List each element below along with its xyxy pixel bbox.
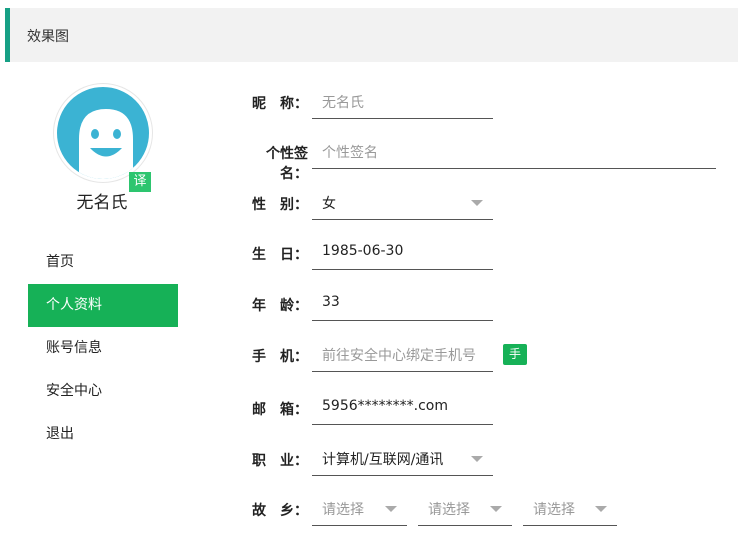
occupation-label: 职 业： (252, 453, 308, 469)
birthday-value: 1985-06-30 (322, 243, 404, 259)
username: 无名氏 (76, 193, 128, 213)
chevron-down-icon (471, 200, 483, 206)
city-value: 请选择 (428, 502, 470, 518)
page-title: 效果图 (27, 29, 69, 45)
menu-item-home[interactable]: 首页 (28, 241, 178, 284)
menu-item-security[interactable]: 安全中心 (28, 370, 178, 413)
hometown-district-select[interactable]: 请选择 (523, 490, 617, 526)
signature-label: 个性签名： (266, 146, 308, 182)
email-input[interactable]: 5956********.com (312, 389, 493, 425)
menu-item-profile[interactable]: 个人资料 (28, 284, 178, 327)
province-value: 请选择 (322, 502, 364, 518)
occupation-value: 计算机/互联网/通讯 (322, 452, 444, 468)
birthday-label: 生 日： (252, 247, 308, 263)
birthday-input[interactable]: 1985-06-30 (312, 234, 493, 270)
sidebar-menu: 首页 个人资料 账号信息 安全中心 退出 (28, 241, 178, 456)
chevron-down-icon (490, 506, 502, 512)
phone-verify-button[interactable]: 手机验证 (503, 344, 528, 424)
menu-item-logout[interactable]: 退出 (28, 413, 178, 456)
email-label: 邮 箱： (252, 402, 308, 418)
hometown-label: 故 乡： (252, 503, 308, 519)
hometown-city-select[interactable]: 请选择 (418, 490, 512, 526)
nickname-input[interactable]: 无名氏 (312, 83, 493, 119)
signature-placeholder: 个性签名 (322, 145, 378, 161)
phone-placeholder: 前往安全中心绑定手机号 (322, 348, 476, 364)
gender-select[interactable]: 女 (312, 184, 493, 220)
signature-input[interactable]: 个性签名 (312, 133, 716, 169)
chevron-down-icon (471, 456, 483, 462)
email-value: 5956********.com (322, 398, 448, 414)
gender-value: 女 (322, 196, 336, 212)
hometown-province-select[interactable]: 请选择 (312, 490, 407, 526)
phone-input[interactable]: 前往安全中心绑定手机号 (312, 336, 493, 372)
avatar-circle (54, 84, 152, 182)
occupation-select[interactable]: 计算机/互联网/通讯 (312, 440, 493, 476)
phone-label: 手 机： (252, 349, 308, 365)
age-value: 33 (322, 294, 340, 310)
nickname-label: 昵 称： (252, 96, 308, 112)
chevron-down-icon (595, 506, 607, 512)
gender-label: 性 别： (252, 197, 308, 213)
district-value: 请选择 (533, 502, 575, 518)
page-header: 效果图 (5, 8, 738, 62)
age-label: 年 龄： (252, 298, 308, 314)
avatar[interactable] (54, 84, 152, 182)
nickname-placeholder: 无名氏 (322, 95, 364, 111)
chevron-down-icon (385, 506, 397, 512)
menu-item-account[interactable]: 账号信息 (28, 327, 178, 370)
age-input[interactable]: 33 (312, 285, 493, 321)
smiley-face-icon (79, 109, 133, 179)
